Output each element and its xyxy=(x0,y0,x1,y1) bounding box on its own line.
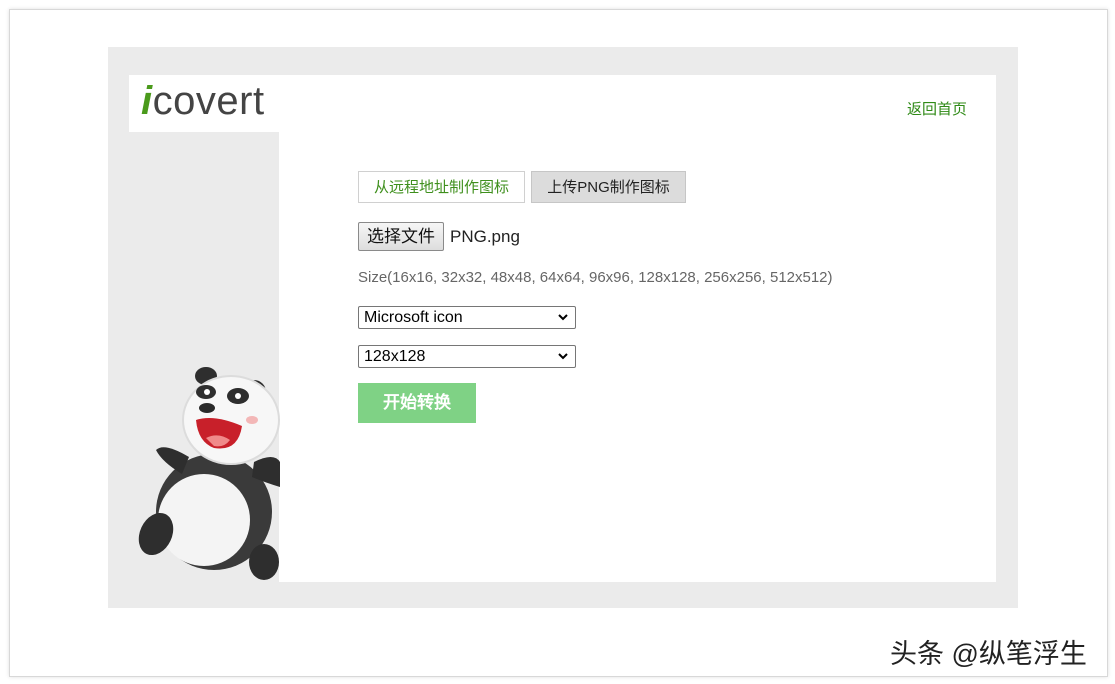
logo-area: icovert xyxy=(129,75,279,132)
watermark-text: 头条 @纵笔浮生 xyxy=(890,639,1087,669)
selected-file-name: PNG.png xyxy=(450,227,520,246)
size-select-value: 128x128 xyxy=(364,348,426,365)
tab-remote-url[interactable]: 从远程地址制作图标 xyxy=(358,171,525,203)
tab-upload-png[interactable]: 上传PNG制作图标 xyxy=(531,171,686,203)
choose-file-button[interactable]: 选择文件 xyxy=(358,222,444,251)
chevron-down-icon xyxy=(557,307,569,334)
logo-letter-i: i xyxy=(141,79,153,123)
format-select-value: Microsoft icon xyxy=(364,309,463,326)
size-hint-text: Size(16x16, 32x32, 48x48, 64x64, 96x96, … xyxy=(358,269,833,286)
size-select[interactable]: 128x128 xyxy=(358,345,576,368)
site-logo[interactable]: icovert xyxy=(141,79,265,124)
chevron-down-icon xyxy=(557,346,569,373)
panda-mascot-icon xyxy=(138,367,280,580)
format-select[interactable]: Microsoft icon xyxy=(358,306,576,329)
header-bar xyxy=(279,75,996,132)
back-to-home-link[interactable]: 返回首页 xyxy=(907,98,967,119)
start-convert-button[interactable]: 开始转换 xyxy=(358,383,476,423)
logo-text: covert xyxy=(152,79,265,123)
